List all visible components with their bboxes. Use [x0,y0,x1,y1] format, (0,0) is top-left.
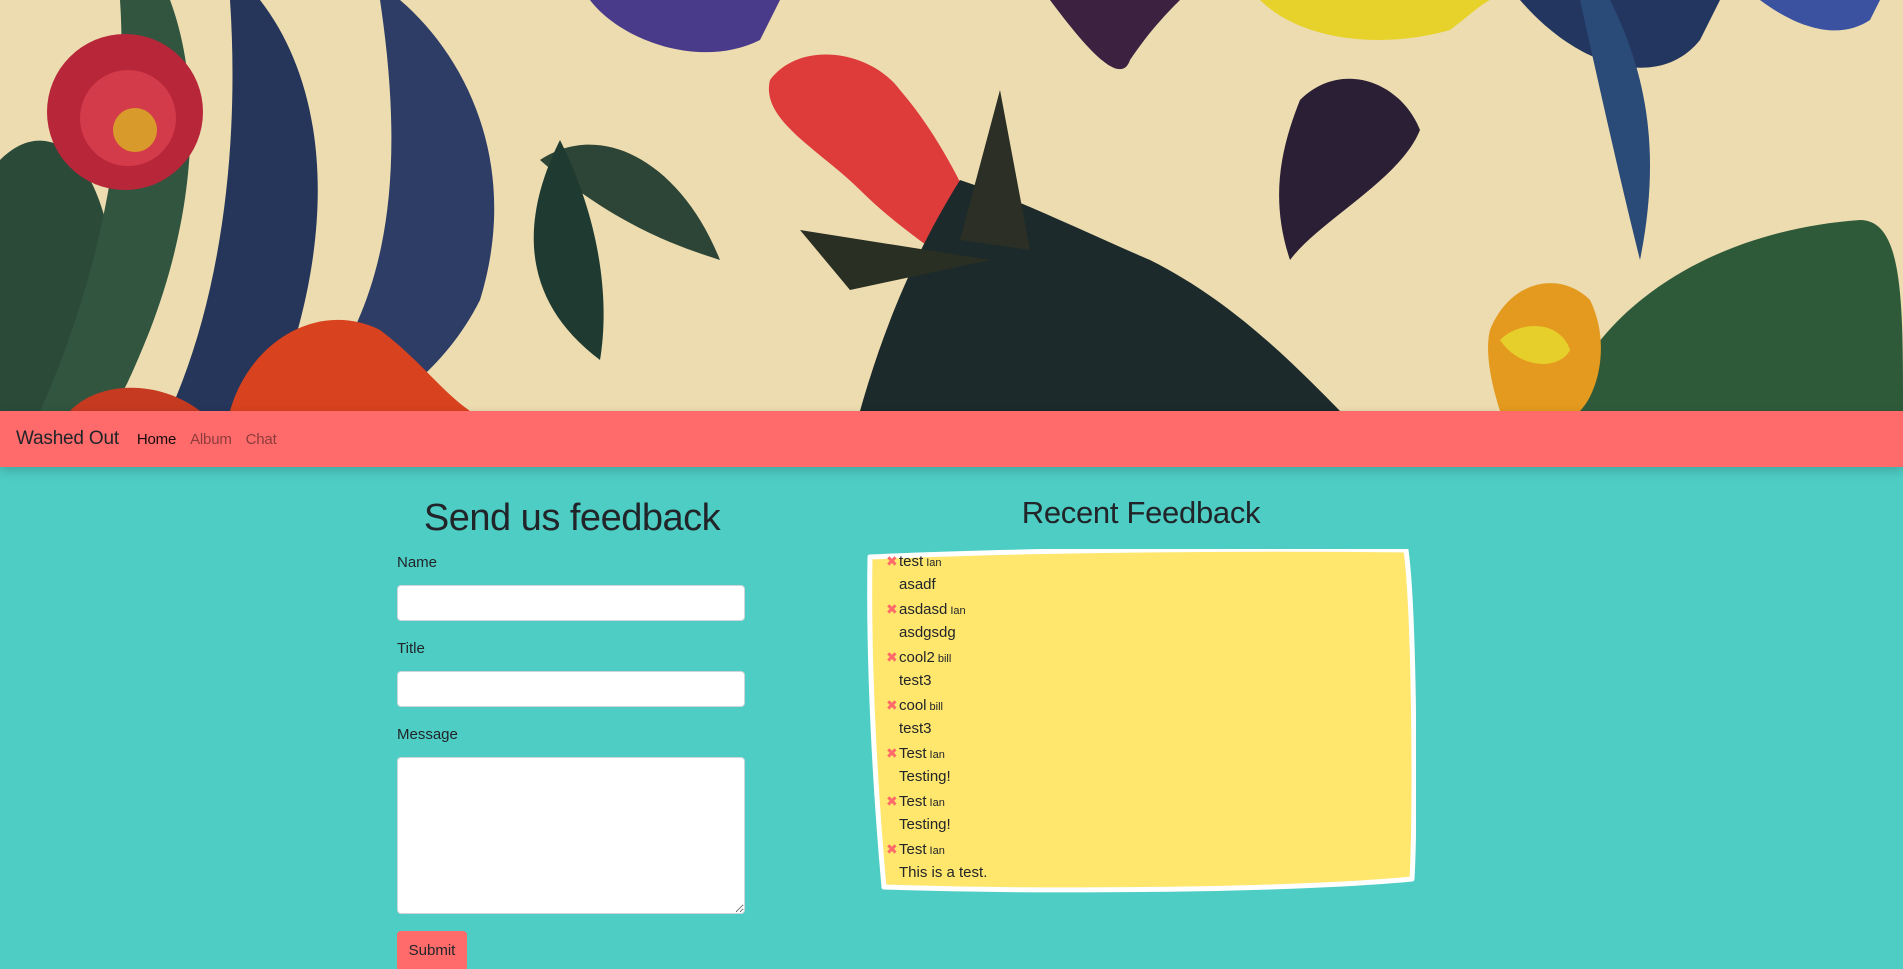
brand-link[interactable]: Washed Out [16,428,119,450]
feedback-item-message: asdgsdg [899,624,956,641]
feedback-item-message: test3 [899,720,932,737]
feedback-item-header: ✖test Ian [886,549,987,573]
feedback-item: ✖test Ian asadf [886,549,987,597]
feedback-item-header: ✖cool bill [886,693,987,717]
feedback-list: ✖test Ian asadf ✖asdasd Ian asdgsdg ✖cool2 bill… [886,549,987,885]
feedback-item-message: asadf [899,576,936,593]
recent-feedback-title: Recent Feedback [1021,495,1261,530]
feedback-item-title: asdasd [899,601,948,618]
feedback-item-message: This is a test. [899,864,988,881]
feedback-item-title: cool [899,697,927,714]
feedback-item: ✖asdasd Ian asdgsdg [886,597,987,645]
feedback-item: ✖cool2 bill test3 [886,645,987,693]
close-icon[interactable]: ✖ [886,693,899,717]
message-textarea[interactable] [397,757,745,914]
name-input[interactable] [397,585,745,621]
feedback-item-message: Testing! [899,816,951,833]
feedback-item-author: Ian [929,749,945,761]
feedback-item: ✖Test Ian Testing! [886,789,987,837]
feedback-item-author: Ian [929,845,945,857]
feedback-item-author: bill [937,653,952,665]
message-label: Message [397,726,458,743]
feedback-item-author: Ian [926,557,942,569]
submit-button[interactable]: Submit [397,931,467,969]
feedback-item-header: ✖Test Ian [886,741,987,765]
close-icon[interactable]: ✖ [886,549,899,573]
feedback-item-header: ✖Test Ian [886,837,987,861]
close-icon[interactable]: ✖ [886,597,899,621]
feedback-item-message: Testing! [899,768,951,785]
feedback-item-message: test3 [899,672,932,689]
name-label: Name [397,554,438,571]
feedback-item-title: Test [899,841,927,858]
feedback-item-title: Test [899,793,927,810]
feedback-item-header: ✖asdasd Ian [886,597,987,621]
feedback-item: ✖Test Ian This is a test. [886,837,987,885]
main-content: Send us feedback Name Title Message Subm… [0,467,1903,969]
feedback-item-title: Test [899,745,927,762]
close-icon[interactable]: ✖ [886,741,899,765]
close-icon[interactable]: ✖ [886,789,899,813]
nav-link-chat[interactable]: Chat [246,431,277,448]
hero-banner-image [0,0,1903,411]
feedback-item-header: ✖Test Ian [886,789,987,813]
feedback-item-author: bill [929,701,943,713]
feedback-item-title: test [899,553,924,570]
form-title: Send us feedback [423,497,721,539]
feedback-item: ✖cool bill test3 [886,693,987,741]
nav-link-album[interactable]: Album [190,431,232,448]
feedback-item-author: Ian [929,797,945,809]
title-input[interactable] [397,671,745,707]
title-label: Title [397,640,425,657]
feedback-item-author: Ian [950,605,966,617]
feedback-item: ✖Test Ian Testing! [886,741,987,789]
feedback-list-box: ✖test Ian asadf ✖asdasd Ian asdgsdg ✖cool2 bill… [866,549,1416,894]
navbar: Washed Out Home Album Chat [0,411,1903,467]
feedback-item-title: cool2 [899,649,935,666]
feedback-item-header: ✖cool2 bill [886,645,987,669]
close-icon[interactable]: ✖ [886,645,899,669]
nav-link-home[interactable]: Home [137,431,176,448]
close-icon[interactable]: ✖ [886,837,899,861]
